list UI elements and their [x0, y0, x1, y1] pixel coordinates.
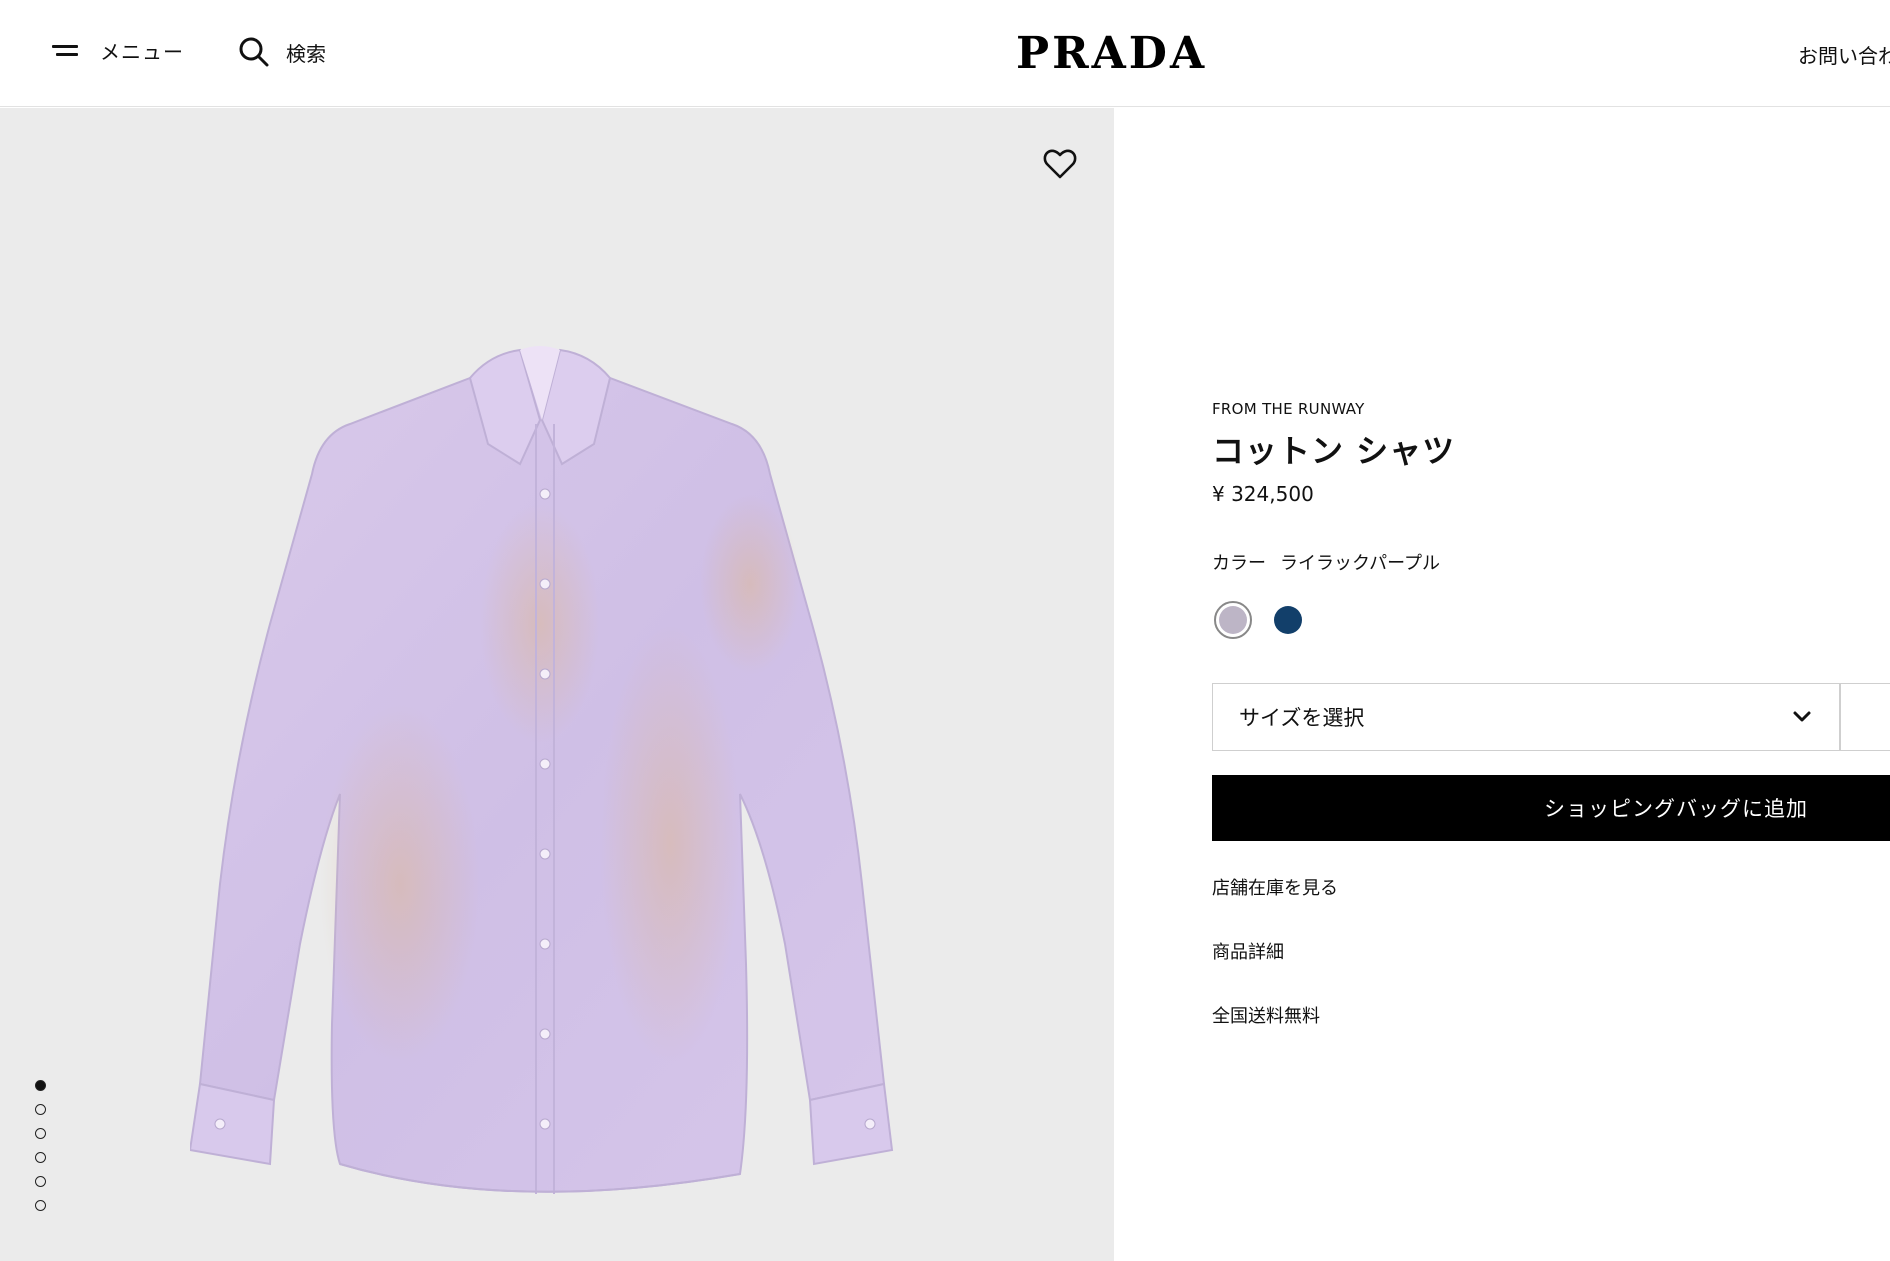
color-swatches [1214, 601, 1324, 639]
contact-link[interactable]: お問い合わ [1798, 40, 1890, 69]
size-guide-cell[interactable] [1840, 683, 1890, 751]
gallery-dot[interactable] [35, 1152, 46, 1163]
swatch-lilac[interactable] [1214, 601, 1252, 639]
brand-logo[interactable]: PRADA [1016, 28, 1207, 79]
swatch-color-navy [1274, 606, 1302, 634]
product-tag: FROM THE RUNWAY [1212, 400, 1365, 418]
color-info: カラー ライラックパープル [1212, 549, 1440, 575]
size-select-label: サイズを選択 [1239, 706, 1365, 730]
chevron-down-icon [1793, 711, 1811, 722]
gallery-dot[interactable] [35, 1104, 46, 1115]
product-title: コットン シャツ [1212, 432, 1456, 470]
site-header: メニュー 検索 PRADA お問い合わ [0, 0, 1890, 107]
gallery-dot[interactable] [35, 1080, 46, 1091]
product-details-link[interactable]: 商品詳細 [1212, 938, 1284, 964]
menu-label: メニュー [100, 40, 184, 64]
search-icon [239, 37, 269, 67]
menu-button[interactable]: メニュー [52, 36, 184, 65]
swatch-navy[interactable] [1269, 601, 1307, 639]
heart-icon[interactable] [1042, 146, 1078, 182]
color-label: カラー [1212, 553, 1266, 574]
gallery-pagination [35, 1080, 46, 1224]
search-label: 検索 [286, 41, 326, 66]
product-info: FROM THE RUNWAY コットン シャツ ¥ 324,500 カラー ラ… [1212, 108, 1890, 1261]
color-value: ライラックパープル [1280, 553, 1441, 574]
gallery-dot[interactable] [35, 1128, 46, 1139]
product-image-gallery[interactable] [0, 108, 1114, 1261]
product-price: ¥ 324,500 [1212, 482, 1314, 506]
swatch-color-lilac [1219, 606, 1247, 634]
free-shipping-link[interactable]: 全国送料無料 [1212, 1002, 1320, 1028]
gallery-dot[interactable] [35, 1176, 46, 1187]
size-select[interactable]: サイズを選択 [1212, 683, 1840, 751]
hamburger-icon [52, 43, 80, 59]
shirt-image [190, 346, 894, 1194]
add-to-bag-button[interactable]: ショッピングバッグに追加 [1212, 775, 1890, 841]
search-button[interactable]: 検索 [238, 36, 326, 68]
gallery-dot[interactable] [35, 1200, 46, 1211]
store-stock-link[interactable]: 店舗在庫を見る [1212, 874, 1338, 900]
